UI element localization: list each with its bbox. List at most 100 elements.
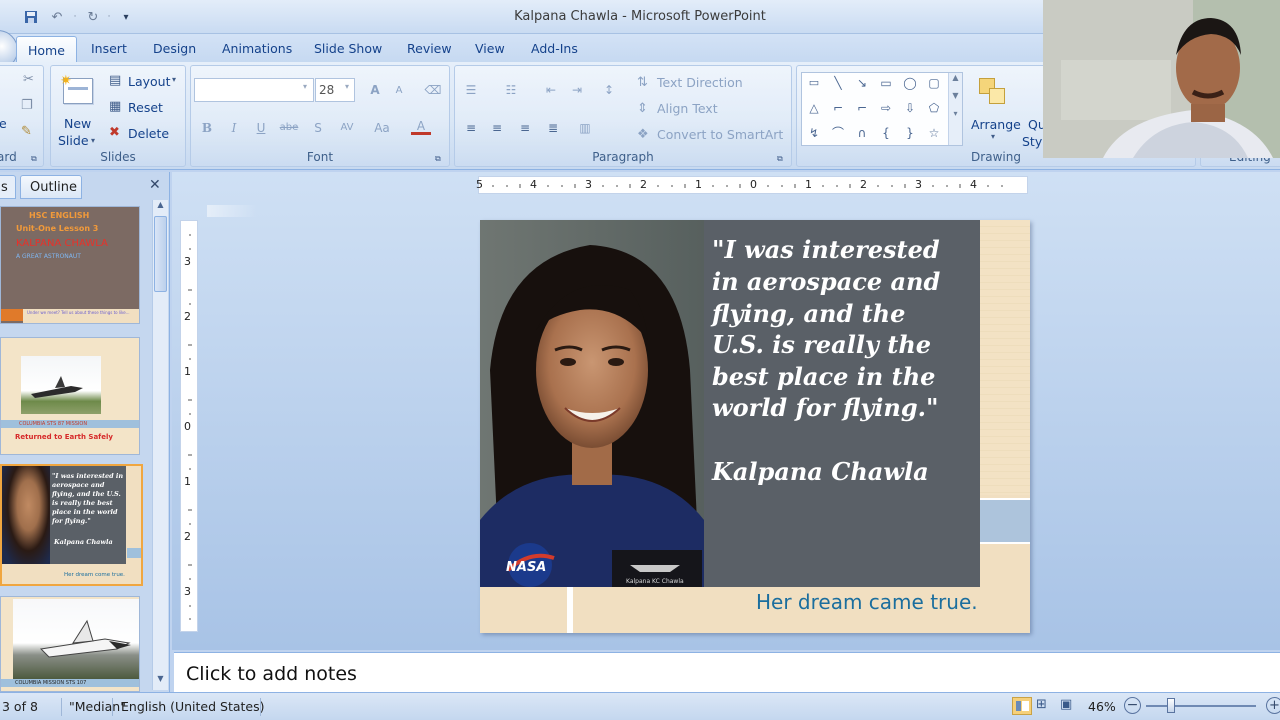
- zoom-out-icon[interactable]: −: [1124, 697, 1141, 714]
- normal-view-icon[interactable]: [1012, 697, 1032, 715]
- shrink-font-icon[interactable]: A: [389, 82, 409, 100]
- bullets-icon[interactable]: ☰: [461, 81, 481, 99]
- font-size-dropdown-icon[interactable]: ▾: [345, 82, 349, 91]
- strikethrough-button[interactable]: abe: [279, 119, 299, 137]
- freeform-shape-icon[interactable]: ↯: [804, 124, 824, 142]
- font-launcher-icon[interactable]: ⧉: [435, 154, 441, 164]
- align-left-icon[interactable]: ≡: [461, 119, 481, 137]
- right-arrow-shape-icon[interactable]: ⇨: [876, 99, 896, 117]
- slide-canvas[interactable]: NASA Kalpana KC Chawla "I was interested…: [480, 220, 1030, 633]
- arrange-icon[interactable]: [977, 76, 1011, 108]
- tab-design[interactable]: Design: [153, 41, 196, 56]
- new-slide-button[interactable]: New: [64, 116, 91, 131]
- right-brace-shape-icon[interactable]: }: [900, 124, 920, 142]
- down-arrow-shape-icon[interactable]: ⇩: [900, 99, 920, 117]
- slide-sorter-icon[interactable]: ⊞: [1036, 697, 1054, 715]
- paragraph-launcher-icon[interactable]: ⧉: [777, 154, 783, 164]
- reset-button[interactable]: Reset: [128, 100, 163, 115]
- character-spacing-button[interactable]: AV: [337, 119, 357, 137]
- scroll-thumb[interactable]: [154, 216, 167, 292]
- zoom-slider[interactable]: [1146, 705, 1256, 707]
- pentagon-shape-icon[interactable]: ⬠: [924, 99, 944, 117]
- tab-view[interactable]: View: [475, 41, 505, 56]
- convert-smartart-button[interactable]: Convert to SmartArt: [657, 127, 783, 142]
- font-name-input[interactable]: [194, 78, 314, 102]
- notes-pane[interactable]: Click to add notes: [174, 652, 1280, 692]
- tab-slide-show[interactable]: Slide Show: [314, 41, 382, 56]
- bold-button[interactable]: B: [197, 119, 217, 137]
- paste-button[interactable]: e: [0, 116, 7, 131]
- tab-outline[interactable]: Outline: [20, 175, 82, 199]
- v-ruler-label: 2: [184, 530, 191, 543]
- decrease-indent-icon[interactable]: ⇤: [541, 81, 561, 99]
- arrange-button[interactable]: Arrange: [971, 117, 1021, 132]
- triangle-shape-icon[interactable]: △: [804, 99, 824, 117]
- clipboard-launcher-icon[interactable]: ⧉: [31, 154, 37, 164]
- zoom-in-icon[interactable]: +: [1266, 697, 1280, 714]
- slide-thumbnail-4[interactable]: COLUMBIA MISSION STS 107: [0, 596, 140, 692]
- tab-animations[interactable]: Animations: [222, 41, 292, 56]
- curve-shape-icon[interactable]: ∩: [852, 124, 872, 142]
- underline-button[interactable]: U: [251, 119, 271, 137]
- align-text-button[interactable]: Align Text: [657, 101, 718, 116]
- slide-thumbnail-1[interactable]: HSC ENGLISH Unit-One Lesson 3 KALPANA CH…: [0, 206, 140, 324]
- scroll-up-icon[interactable]: ▲: [153, 200, 168, 214]
- zoom-slider-thumb[interactable]: [1167, 698, 1175, 713]
- line-spacing-icon[interactable]: ↕: [599, 81, 619, 99]
- thumb4-caption: COLUMBIA MISSION STS 107: [15, 680, 87, 686]
- delete-button[interactable]: Delete: [128, 126, 169, 141]
- elbow-connector-icon[interactable]: ⌐: [828, 99, 848, 117]
- elbow-arrow-connector-icon[interactable]: ⌐: [852, 99, 872, 117]
- cut-icon[interactable]: ✂: [23, 72, 34, 87]
- arrow-line-shape-icon[interactable]: ↘: [852, 74, 872, 92]
- arrange-dropdown-icon[interactable]: ▾: [991, 132, 995, 141]
- new-slide-button-label-2[interactable]: Slide: [58, 133, 89, 148]
- change-case-button[interactable]: Aa: [372, 119, 392, 137]
- left-brace-shape-icon[interactable]: {: [876, 124, 896, 142]
- new-slide-dropdown-icon[interactable]: ▾: [91, 136, 95, 145]
- grow-font-icon[interactable]: A: [365, 81, 385, 99]
- quote-box[interactable]: "I was interested in aerospace and flyin…: [704, 220, 980, 587]
- arc-shape-icon[interactable]: ⌒: [828, 124, 848, 142]
- shapes-gallery[interactable]: ▭ ╲ ↘ ▭ ◯ ▢ △ ⌐ ⌐ ⇨ ⇩ ⬠ ↯ ⌒ ∩ { } ☆ ▲ ▼ ▾: [801, 72, 963, 146]
- rounded-rect-shape-icon[interactable]: ▢: [924, 74, 944, 92]
- zoom-level[interactable]: 46%: [1088, 699, 1116, 714]
- tab-add-ins[interactable]: Add-Ins: [531, 41, 578, 56]
- format-painter-icon[interactable]: ✎: [21, 124, 32, 139]
- scroll-down-icon[interactable]: ▼: [153, 674, 168, 688]
- shapes-gallery-scroll[interactable]: ▲ ▼ ▾: [948, 73, 962, 145]
- tab-insert[interactable]: Insert: [91, 41, 127, 56]
- notes-placeholder[interactable]: Click to add notes: [186, 663, 357, 685]
- copy-icon[interactable]: ❐: [21, 98, 33, 113]
- clear-formatting-icon[interactable]: ⌫: [423, 81, 443, 99]
- layout-button[interactable]: Layout: [128, 74, 171, 89]
- align-right-icon[interactable]: ≡: [515, 119, 535, 137]
- line-shape-icon[interactable]: ╲: [828, 74, 848, 92]
- font-color-button[interactable]: A: [411, 117, 431, 135]
- increase-indent-icon[interactable]: ⇥: [567, 81, 587, 99]
- oval-shape-icon[interactable]: ◯: [900, 74, 920, 92]
- italic-button[interactable]: I: [224, 119, 244, 137]
- align-center-icon[interactable]: ≡: [487, 119, 507, 137]
- star-shape-icon[interactable]: ☆: [924, 124, 944, 142]
- columns-icon[interactable]: ▥: [575, 119, 595, 137]
- text-shadow-button[interactable]: S: [308, 119, 328, 137]
- justify-icon[interactable]: ≣: [543, 119, 563, 137]
- tab-review[interactable]: Review: [407, 41, 452, 56]
- language-indicator[interactable]: English (United States): [121, 699, 265, 714]
- text-direction-button[interactable]: Text Direction: [657, 75, 743, 90]
- textbox-shape-icon[interactable]: ▭: [804, 74, 824, 92]
- layout-dropdown-icon[interactable]: ▾: [172, 75, 176, 84]
- slide-thumbnail-2[interactable]: COLUMBIA STS 87 MISSION Returned to Eart…: [0, 337, 140, 455]
- close-pane-icon[interactable]: ✕: [149, 177, 161, 193]
- new-slide-icon[interactable]: ✷: [60, 73, 93, 104]
- tab-slides[interactable]: s: [0, 175, 16, 199]
- slides-pane-scrollbar[interactable]: ▲ ▼: [152, 200, 168, 690]
- font-name-dropdown-icon[interactable]: ▾: [303, 82, 307, 91]
- numbering-icon[interactable]: ☷: [501, 81, 521, 99]
- slide-thumbnail-3[interactable]: "I was interested in aerospace and flyin…: [0, 464, 143, 586]
- tab-home[interactable]: Home: [16, 36, 77, 63]
- slide-footer-text[interactable]: Her dream came true.: [756, 590, 978, 614]
- rectangle-shape-icon[interactable]: ▭: [876, 74, 896, 92]
- slide-show-icon[interactable]: ▣: [1060, 697, 1078, 715]
